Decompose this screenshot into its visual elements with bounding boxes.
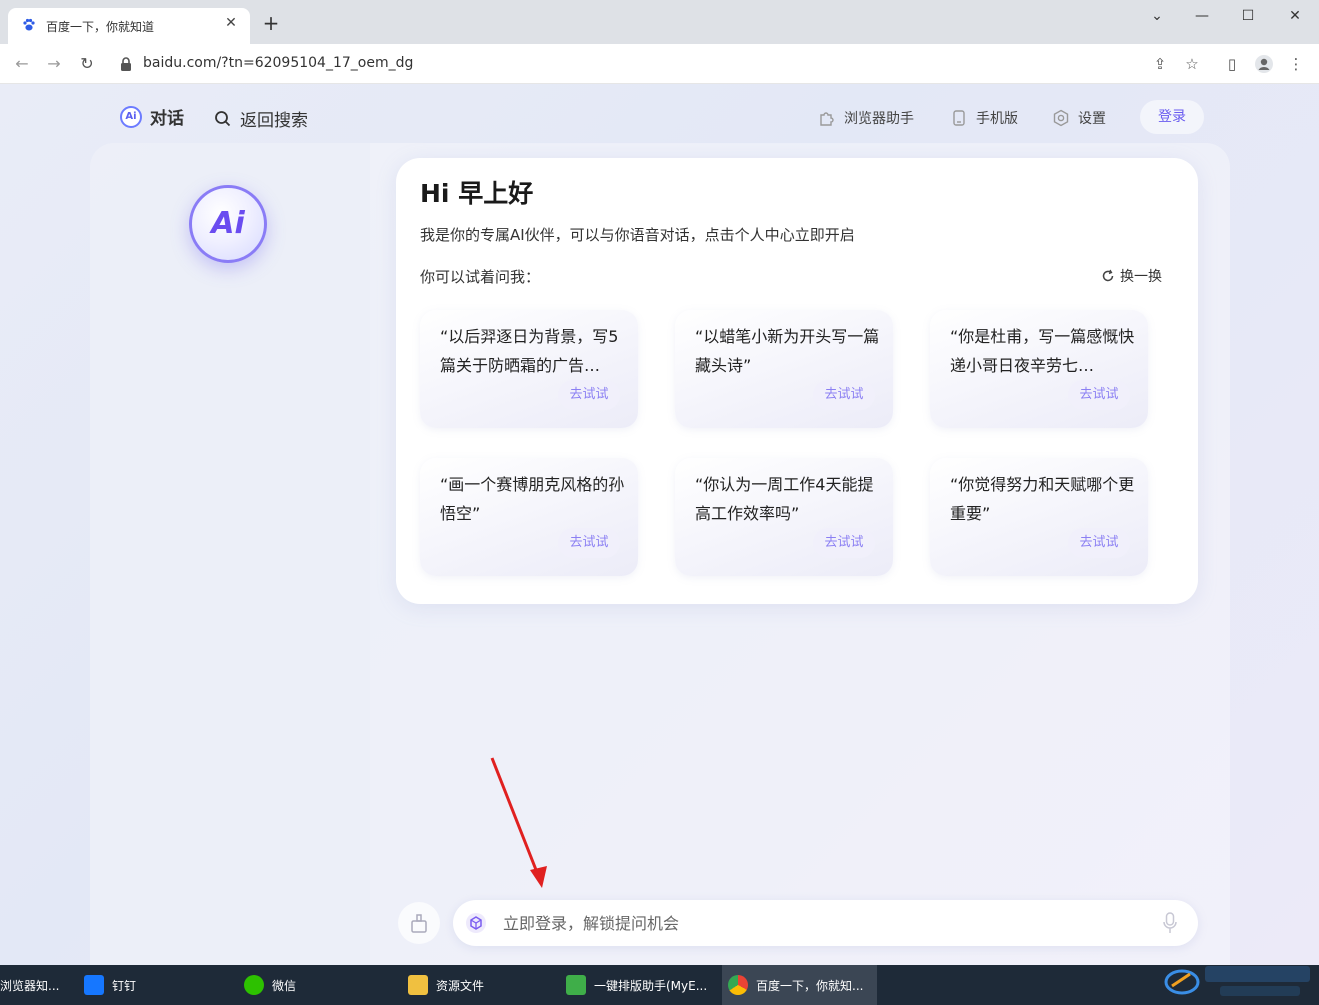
minimize-button[interactable]: —: [1182, 4, 1222, 28]
profile-avatar-icon[interactable]: [1254, 54, 1274, 74]
suggestion-card[interactable]: “以后羿逐日为背景，写5篇关于防晒霜的广告… 去试试: [420, 310, 638, 428]
chrome-icon: [728, 975, 748, 995]
sidebar-icon[interactable]: ▯: [1222, 54, 1242, 74]
try-asking-label: 你可以试着问我：: [420, 268, 541, 286]
ai-logo: Ai: [189, 185, 267, 263]
chat-input[interactable]: [503, 908, 1123, 938]
suggestion-card[interactable]: “画一个赛博朋克风格的孙悟空” 去试试: [420, 458, 638, 576]
tab-search-chevron-icon[interactable]: ⌄: [1137, 4, 1177, 28]
try-button[interactable]: 去试试: [813, 380, 875, 410]
login-button[interactable]: 登录: [1140, 100, 1204, 134]
try-button[interactable]: 去试试: [1068, 380, 1130, 410]
maximize-button[interactable]: ☐: [1228, 4, 1268, 28]
nav-settings[interactable]: 设置: [1052, 108, 1106, 128]
taskbar-item[interactable]: 钉钉: [78, 965, 228, 1005]
suggestion-card[interactable]: “以蜡笔小新为开头写一篇藏头诗” 去试试: [675, 310, 893, 428]
refresh-icon: [1102, 269, 1114, 282]
taskbar-item[interactable]: 浏览器知...: [0, 965, 68, 1005]
red-annotation-arrow: [490, 757, 547, 888]
dingtalk-icon: [84, 975, 104, 995]
intro-text: 我是你的专属AI伙伴，可以与你语音对话，点击个人中心立即开启: [420, 226, 855, 244]
taskbar-item[interactable]: 百度一下，你就知...: [722, 965, 877, 1005]
suggestion-text: “以后羿逐日为背景，写5篇关于防晒霜的广告…: [440, 327, 619, 375]
back-arrow-icon[interactable]: ←: [10, 52, 34, 76]
chat-sidebar: [90, 143, 370, 965]
mobile-icon: [953, 110, 965, 126]
suggestion-text: “你是杜甫，写一篇感慨快递小哥日夜辛劳七…: [950, 327, 1135, 375]
suggestion-card[interactable]: “你觉得努力和天赋哪个更重要” 去试试: [930, 458, 1148, 576]
suggestion-card[interactable]: “你认为一周工作4天能提高工作效率吗” 去试试: [675, 458, 893, 576]
nav-dialog[interactable]: Ai 对话: [120, 104, 184, 129]
try-button[interactable]: 去试试: [558, 528, 620, 558]
forward-arrow-icon[interactable]: →: [42, 52, 66, 76]
browser-toolbar: ← → ↻ baidu.com/?tn=62095104_17_oem_dg ⇪…: [0, 44, 1319, 84]
suggestion-card[interactable]: “你是杜甫，写一篇感慨快递小哥日夜辛劳七… 去试试: [930, 310, 1148, 428]
taskbar: 浏览器知... 钉钉 微信 资源文件 一键排版助手(MyE... 百度一下，你就…: [0, 965, 1319, 1005]
cube-icon[interactable]: [465, 912, 487, 934]
ai-logo-text: Ai: [211, 206, 245, 241]
greeting-title: Hi 早上好: [420, 179, 534, 208]
wechat-icon: [244, 975, 264, 995]
taskbar-item-label: 浏览器知...: [0, 978, 60, 993]
ai-badge-icon: Ai: [120, 105, 142, 128]
close-window-button[interactable]: ✕: [1275, 4, 1315, 28]
try-button[interactable]: 去试试: [558, 380, 620, 410]
taskbar-item-label: 钉钉: [112, 978, 137, 993]
more-menu-icon[interactable]: ⋮: [1286, 54, 1306, 74]
broom-icon: [411, 914, 427, 933]
share-icon[interactable]: ⇪: [1150, 54, 1170, 74]
page-content: Ai 对话 返回搜索 浏览器助手 手机版 设置 登录 Ai Hi 早上好 我是你…: [0, 84, 1319, 965]
settings-gear-icon: [1053, 109, 1069, 127]
refresh-label: 换一换: [1120, 269, 1162, 285]
taskbar-item[interactable]: 资源文件: [402, 965, 552, 1005]
suggestion-text: “画一个赛博朋克风格的孙悟空”: [440, 475, 625, 523]
try-button[interactable]: 去试试: [1068, 528, 1130, 558]
browser-tab[interactable]: 百度一下，你就知道 ✕: [8, 8, 250, 44]
puzzle-icon: [820, 112, 834, 126]
new-tab-button[interactable]: +: [260, 12, 282, 34]
bookmark-star-icon[interactable]: ☆: [1182, 54, 1202, 74]
tab-title: 百度一下，你就知道: [46, 20, 155, 34]
welcome-card: Hi 早上好 我是你的专属AI伙伴，可以与你语音对话，点击个人中心立即开启 你可…: [396, 158, 1198, 604]
typesetting-app-icon: [566, 975, 586, 995]
taskbar-item-label: 百度一下，你就知...: [756, 978, 864, 993]
lock-icon[interactable]: [120, 57, 132, 71]
microphone-icon[interactable]: [1162, 912, 1178, 934]
taskbar-item-label: 一键排版助手(MyE...: [594, 978, 708, 993]
clear-chat-button[interactable]: [398, 902, 440, 944]
refresh-suggestions-button[interactable]: 换一换: [1101, 266, 1162, 286]
taskbar-item-label: 资源文件: [436, 978, 485, 993]
site-watermark-logo: [1164, 966, 1310, 996]
taskbar-item-label: 微信: [272, 978, 297, 993]
address-bar[interactable]: baidu.com/?tn=62095104_17_oem_dg: [143, 55, 413, 71]
nav-back-search[interactable]: 返回搜索: [214, 106, 308, 131]
nav-settings-label: 设置: [1078, 111, 1106, 127]
nav-back-search-label: 返回搜索: [240, 111, 308, 131]
suggestion-text: “你觉得努力和天赋哪个更重要”: [950, 475, 1135, 523]
taskbar-item[interactable]: 一键排版助手(MyE...: [560, 965, 715, 1005]
baidu-paw-icon: [23, 18, 35, 31]
nav-mobile[interactable]: 手机版: [950, 108, 1018, 128]
search-icon: [215, 110, 231, 126]
nav-mobile-label: 手机版: [976, 111, 1018, 127]
close-tab-icon[interactable]: ✕: [222, 14, 240, 32]
folder-icon: [408, 975, 428, 995]
suggestion-text: “你认为一周工作4天能提高工作效率吗”: [695, 475, 874, 523]
try-button[interactable]: 去试试: [813, 528, 875, 558]
browser-tab-bar: 百度一下，你就知道 ✕ + ⌄ — ☐ ✕: [0, 0, 1319, 44]
taskbar-item[interactable]: 微信: [238, 965, 388, 1005]
chat-input-bar: [453, 900, 1198, 946]
nav-dialog-label: 对话: [150, 109, 184, 129]
suggestion-text: “以蜡笔小新为开头写一篇藏头诗”: [695, 327, 880, 375]
reload-icon[interactable]: ↻: [75, 52, 99, 76]
nav-browser-assistant-label: 浏览器助手: [844, 111, 914, 127]
nav-browser-assistant[interactable]: 浏览器助手: [818, 108, 914, 128]
